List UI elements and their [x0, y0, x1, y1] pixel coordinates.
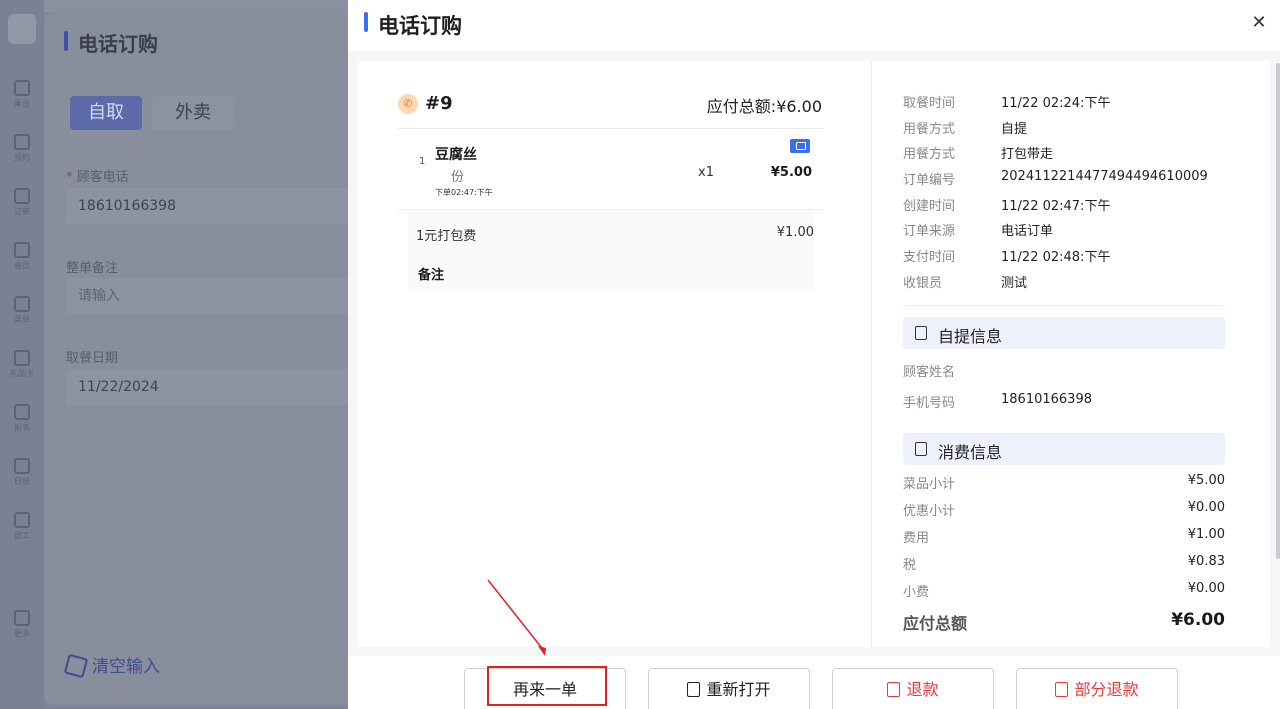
eraser-icon [63, 653, 89, 679]
customer-phone-input[interactable]: 18610166398 [66, 188, 356, 224]
item-order-time: 下单02:47:下午 [435, 188, 493, 197]
pickup-date-input[interactable]: 11/22/2024 [66, 369, 356, 405]
partial-refund-button[interactable]: 部分退款 [1016, 668, 1178, 709]
menu-icon [14, 296, 30, 312]
pickup-date-label: 取餐日期 [66, 351, 119, 366]
rail-item-menu[interactable]: 菜单 [0, 296, 44, 325]
order-item-row: 1 豆腐丝 份 下单02:47:下午 x1 ¥5.00 [398, 129, 824, 210]
info-pickup-time: 取餐时间 11/22 02:24:下午 [903, 96, 1111, 111]
background-phone-order-panel: 电话订购 自取 外卖 * 顾客电话 18610166398 整单备注 请输入 取… [44, 12, 356, 705]
title-accent-bar [364, 12, 368, 32]
rail-item-members[interactable]: 会员 [0, 242, 44, 271]
item-unit: 份 [451, 170, 465, 185]
rail-item-tables[interactable]: 桌台 [0, 80, 44, 109]
fees-and-notes: 1元打包费 ¥1.00 备注 [408, 211, 814, 291]
info-dining-mode: 用餐方式 自提 [903, 122, 1028, 137]
info-payment-time: 支付时间 11/22 02:48:下午 [903, 250, 1111, 265]
order-note-label: 整单备注 [66, 261, 119, 276]
pickup-phone: 手机号码 18610166398 [903, 392, 1092, 411]
consumption-info-header: 消费信息 [903, 433, 1225, 465]
sum-discount-subtotal: 优惠小计 ¥0.00 [903, 500, 1225, 519]
app-logo [8, 14, 36, 44]
sum-items-subtotal: 菜品小计 ¥5.00 [903, 473, 1225, 492]
item-quantity: x1 [698, 165, 714, 180]
info-order-number: 订单编号 20241122144774944946​10009 [903, 169, 1208, 188]
fee-price: ¥1.00 [776, 225, 814, 240]
note-label: 备注 [418, 268, 445, 283]
info-separator [903, 305, 1225, 306]
calendar-icon [14, 134, 30, 150]
tab-delivery[interactable]: 外卖 [152, 96, 234, 130]
pickup-info-header: 自提信息 [903, 317, 1225, 349]
reopen-button[interactable]: 重新打开 [648, 668, 810, 709]
rail-item-gift-card[interactable]: 礼品卡 [0, 350, 44, 379]
pickup-customer-name: 顾客姓名 [903, 365, 956, 380]
chart-icon [14, 404, 30, 420]
fee-name: 1元打包费 [416, 229, 477, 244]
modal-title: 电话订购 [378, 14, 462, 38]
column-divider [871, 61, 872, 647]
info-cashier: 收银员 测试 [903, 276, 1028, 291]
info-order-source: 订单来源 电话订单 [903, 224, 1054, 239]
document-icon [915, 442, 927, 456]
close-icon[interactable]: ✕ [1248, 12, 1270, 34]
shopping-bag-icon [790, 139, 810, 153]
order-number: #9 [425, 93, 453, 114]
user-icon [14, 242, 30, 258]
item-name: 豆腐丝 [435, 147, 477, 163]
refund-button[interactable]: 退款 [832, 668, 994, 709]
customer-phone-label: * 顾客电话 [66, 170, 129, 185]
background-page-title: 电话订购 [64, 28, 158, 57]
refund-icon [887, 682, 901, 697]
document-icon [915, 326, 927, 340]
modal-header: 电话订购 ✕ [348, 0, 1280, 50]
rail-item-daily-close[interactable]: 日结 [0, 458, 44, 487]
table-icon [14, 80, 30, 96]
order-header: ✆ #9 应付总额:¥6.00 [398, 91, 824, 129]
sum-fees: 费用 ¥1.00 [903, 527, 1225, 546]
reopen-icon [687, 682, 701, 697]
background-nav-rail: 桌台 预约 订单 会员 菜单 礼品卡 报表 日结 员工 更多 [0, 0, 44, 709]
grid-icon [14, 610, 30, 626]
item-price: ¥5.00 [770, 165, 812, 180]
receipt-icon [14, 188, 30, 204]
rail-item-reports[interactable]: 报表 [0, 404, 44, 433]
scrollbar-thumb[interactable] [1276, 63, 1280, 559]
partial-refund-icon [1055, 682, 1069, 697]
order-note-input[interactable]: 请输入 [66, 278, 356, 314]
phone-icon: ✆ [398, 94, 418, 114]
sum-tip: 小费 ¥0.00 [903, 581, 1225, 600]
phone-order-detail-modal: 电话订购 ✕ ✆ #9 应付总额:¥6.00 1 豆腐丝 份 下单02:47:下… [348, 0, 1280, 709]
info-created-time: 创建时间 11/22 02:47:下午 [903, 199, 1111, 214]
staff-icon [14, 512, 30, 528]
card-icon [14, 350, 30, 366]
order-total-due: 应付总额:¥6.00 [706, 97, 822, 116]
annotation-highlight-box [487, 666, 607, 706]
clear-input-button[interactable]: 清空输入 [63, 652, 160, 679]
sum-total-due: 应付总额 ¥6.00 [903, 610, 1225, 633]
rail-item-orders[interactable]: 订单 [0, 188, 44, 217]
info-dining-mode-2: 用餐方式 打包带走 [903, 147, 1054, 162]
rail-item-staff[interactable]: 员工 [0, 512, 44, 541]
rail-item-more[interactable]: 更多 [0, 610, 44, 639]
item-index: 1 [419, 156, 426, 167]
tab-pickup[interactable]: 自取 [70, 96, 142, 130]
sum-tax: 税 ¥0.83 [903, 554, 1225, 573]
rail-item-reservations[interactable]: 预约 [0, 134, 44, 163]
calendar-check-icon [14, 458, 30, 474]
